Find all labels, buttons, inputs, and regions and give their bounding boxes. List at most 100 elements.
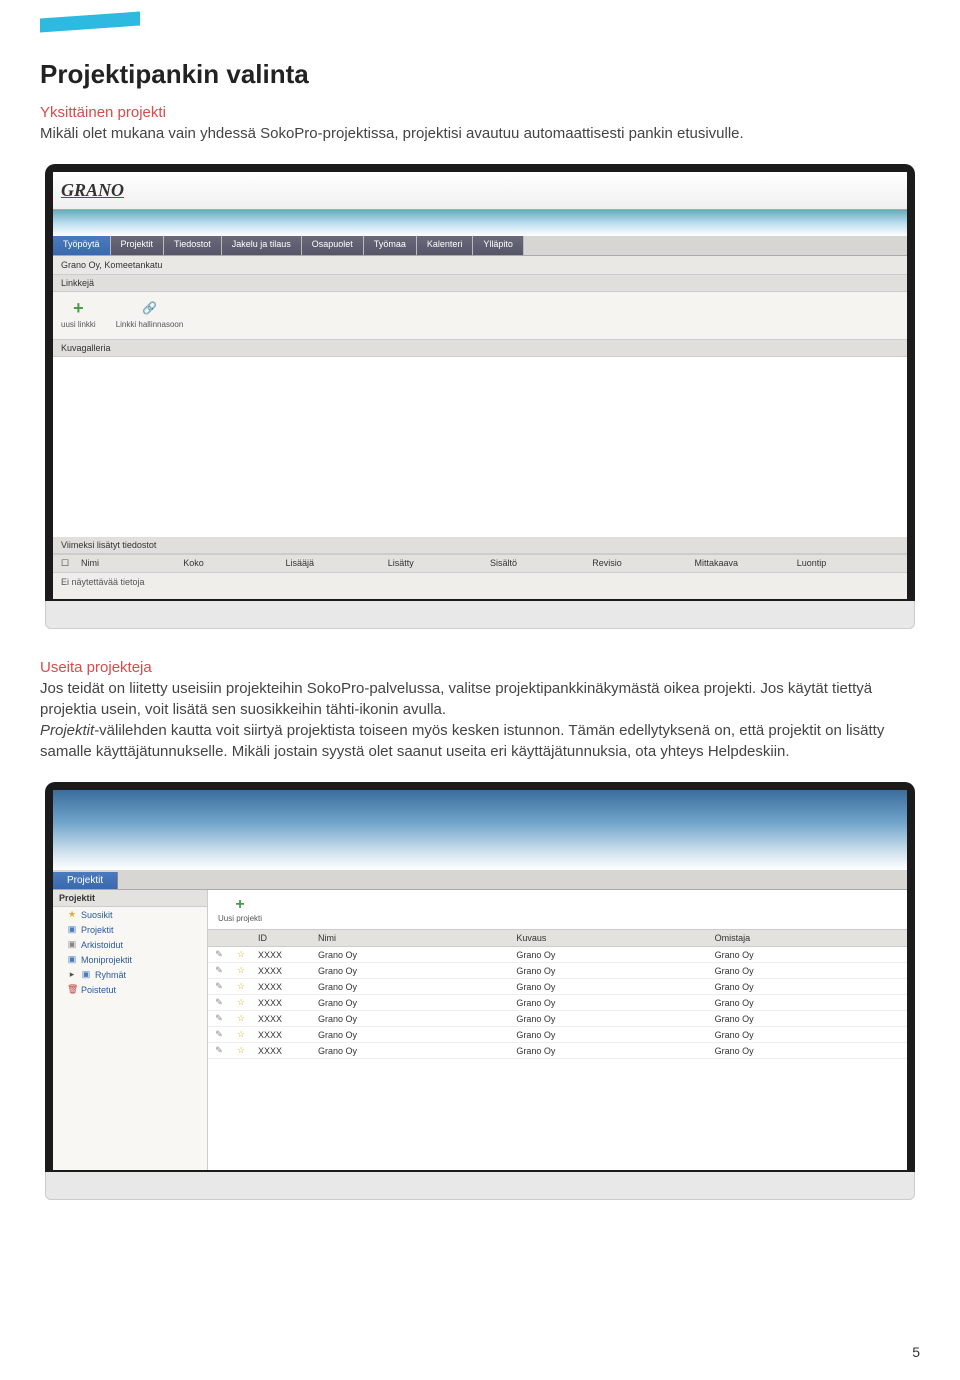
section1-subtitle: Yksittäinen projekti xyxy=(40,104,920,121)
manage-links-button[interactable]: 🔗 Linkki hallinnasoon xyxy=(116,298,184,329)
monitor-chin xyxy=(45,1172,915,1200)
add-link-button[interactable]: + uusi linkki xyxy=(61,298,96,329)
section-recent-header: Viimeksi lisätyt tiedostot xyxy=(53,537,907,554)
col-kuvaus[interactable]: Kuvaus xyxy=(510,930,708,947)
col-lisaaja[interactable]: Lisääjä xyxy=(286,558,388,569)
col-id[interactable]: ID xyxy=(252,930,312,947)
cell-name: Grano Oy xyxy=(312,947,510,963)
sidebar-item-poistetut[interactable]: 🗑 Poistetut xyxy=(53,982,207,997)
add-link-label: uusi linkki xyxy=(61,320,96,329)
screenshot2-monitor: Projektit Projektit ★ Suosikit ▣ Projekt… xyxy=(45,782,915,1200)
cell-id: XXXX xyxy=(252,979,312,995)
cell-owner: Grano Oy xyxy=(709,1043,907,1059)
table-row[interactable]: ✎☆XXXXGrano OyGrano OyGrano Oy xyxy=(208,963,907,979)
cell-name: Grano Oy xyxy=(312,1043,510,1059)
cell-owner: Grano Oy xyxy=(709,963,907,979)
col-sisalto[interactable]: Sisältö xyxy=(490,558,592,569)
section-links-header: Linkkejä xyxy=(53,275,907,292)
folder-icon: ▣ xyxy=(67,939,77,950)
cell-owner: Grano Oy xyxy=(709,979,907,995)
cell-id: XXXX xyxy=(252,947,312,963)
star-icon: ★ xyxy=(67,909,77,920)
tab-projektit[interactable]: Projektit xyxy=(111,236,165,255)
table-row[interactable]: ✎☆XXXXGrano OyGrano OyGrano Oy xyxy=(208,1027,907,1043)
expand-icon: ▸ xyxy=(67,969,77,980)
col-mittakaava[interactable]: Mittakaava xyxy=(695,558,797,569)
sidebar-item-ryhmat[interactable]: ▸ ▣ Ryhmät xyxy=(53,967,207,982)
cell-desc: Grano Oy xyxy=(510,1011,708,1027)
star-icon[interactable]: ☆ xyxy=(230,1027,252,1043)
page-number: 5 xyxy=(912,1344,920,1360)
star-icon[interactable]: ☆ xyxy=(230,963,252,979)
cell-id: XXXX xyxy=(252,995,312,1011)
plus-icon: + xyxy=(68,298,88,318)
folder-icon: ▣ xyxy=(67,924,77,935)
edit-icon[interactable]: ✎ xyxy=(208,1043,230,1059)
folder-icon: ▣ xyxy=(67,954,77,965)
tab-tyopoyta[interactable]: Työpöytä xyxy=(53,236,111,255)
plus-icon: + xyxy=(218,896,262,914)
edit-icon[interactable]: ✎ xyxy=(208,995,230,1011)
gallery-empty-area xyxy=(53,357,907,537)
table-row[interactable]: ✎☆XXXXGrano OyGrano OyGrano Oy xyxy=(208,947,907,963)
sidebar-item-suosikit[interactable]: ★ Suosikit xyxy=(53,907,207,922)
cell-desc: Grano Oy xyxy=(510,995,708,1011)
tab-tiedostot[interactable]: Tiedostot xyxy=(164,236,222,255)
tab-osapuolet[interactable]: Osapuolet xyxy=(302,236,364,255)
cell-id: XXXX xyxy=(252,963,312,979)
col-nimi[interactable]: Nimi xyxy=(81,558,183,569)
sidebar-item-moniprojektit[interactable]: ▣ Moniprojektit xyxy=(53,952,207,967)
app-header: GRANO xyxy=(53,172,907,210)
table-row[interactable]: ✎☆XXXXGrano OyGrano OyGrano Oy xyxy=(208,995,907,1011)
sidebar-item-arkistoidut[interactable]: ▣ Arkistoidut xyxy=(53,937,207,952)
tab-jakelu[interactable]: Jakelu ja tilaus xyxy=(222,236,302,255)
edit-icon[interactable]: ✎ xyxy=(208,979,230,995)
star-icon[interactable]: ☆ xyxy=(230,1043,252,1059)
section2-body: Jos teidät on liitetty useisiin projekte… xyxy=(40,678,920,762)
logo: GRANO xyxy=(61,180,124,201)
edit-icon[interactable]: ✎ xyxy=(208,963,230,979)
cell-desc: Grano Oy xyxy=(510,979,708,995)
col-nimi[interactable]: Nimi xyxy=(312,930,510,947)
tab-yllapito[interactable]: Ylläpito xyxy=(473,236,524,255)
accent-bar xyxy=(40,12,140,33)
star-icon[interactable]: ☆ xyxy=(230,979,252,995)
folder-icon: ▣ xyxy=(81,969,91,980)
projects-content: + Uusi projekti ID Nimi Kuvaus xyxy=(208,890,907,1170)
col-edit xyxy=(208,930,230,947)
table-row[interactable]: ✎☆XXXXGrano OyGrano OyGrano Oy xyxy=(208,1011,907,1027)
banner-image xyxy=(53,210,907,236)
section-gallery-header: Kuvagalleria xyxy=(53,340,907,357)
tab-kalenteri[interactable]: Kalenteri xyxy=(417,236,474,255)
table-header-row: ☐ Nimi Koko Lisääjä Lisätty Sisältö Revi… xyxy=(53,554,907,573)
col-omistaja[interactable]: Omistaja xyxy=(709,930,907,947)
projects-table: ID Nimi Kuvaus Omistaja ✎☆XXXXGrano OyGr… xyxy=(208,929,907,1059)
col-luontip[interactable]: Luontip xyxy=(797,558,899,569)
italic-word: Projektit xyxy=(40,722,94,739)
table-row[interactable]: ✎☆XXXXGrano OyGrano OyGrano Oy xyxy=(208,1043,907,1059)
cell-desc: Grano Oy xyxy=(510,1027,708,1043)
cell-owner: Grano Oy xyxy=(709,995,907,1011)
links-toolbar: + uusi linkki 🔗 Linkki hallinnasoon xyxy=(53,292,907,340)
tabs-row: Työpöytä Projektit Tiedostot Jakelu ja t… xyxy=(53,236,907,256)
link-icon: 🔗 xyxy=(139,298,159,318)
star-icon[interactable]: ☆ xyxy=(230,995,252,1011)
edit-icon[interactable]: ✎ xyxy=(208,1027,230,1043)
col-koko[interactable]: Koko xyxy=(183,558,285,569)
cell-owner: Grano Oy xyxy=(709,947,907,963)
edit-icon[interactable]: ✎ xyxy=(208,1011,230,1027)
col-revisio[interactable]: Revisio xyxy=(592,558,694,569)
col-lisatty[interactable]: Lisätty xyxy=(388,558,490,569)
new-project-button[interactable]: + Uusi projekti xyxy=(218,896,262,923)
star-icon[interactable]: ☆ xyxy=(230,947,252,963)
sidebar-item-projektit[interactable]: ▣ Projektit xyxy=(53,922,207,937)
section2-subtitle: Useita projekteja xyxy=(40,659,920,676)
tab-projektit-2[interactable]: Projektit xyxy=(53,872,118,889)
star-icon[interactable]: ☆ xyxy=(230,1011,252,1027)
cell-desc: Grano Oy xyxy=(510,1043,708,1059)
cell-id: XXXX xyxy=(252,1043,312,1059)
page-title: Projektipankin valinta xyxy=(40,59,920,90)
edit-icon[interactable]: ✎ xyxy=(208,947,230,963)
table-row[interactable]: ✎☆XXXXGrano OyGrano OyGrano Oy xyxy=(208,979,907,995)
tab-tyomaa[interactable]: Työmaa xyxy=(364,236,417,255)
